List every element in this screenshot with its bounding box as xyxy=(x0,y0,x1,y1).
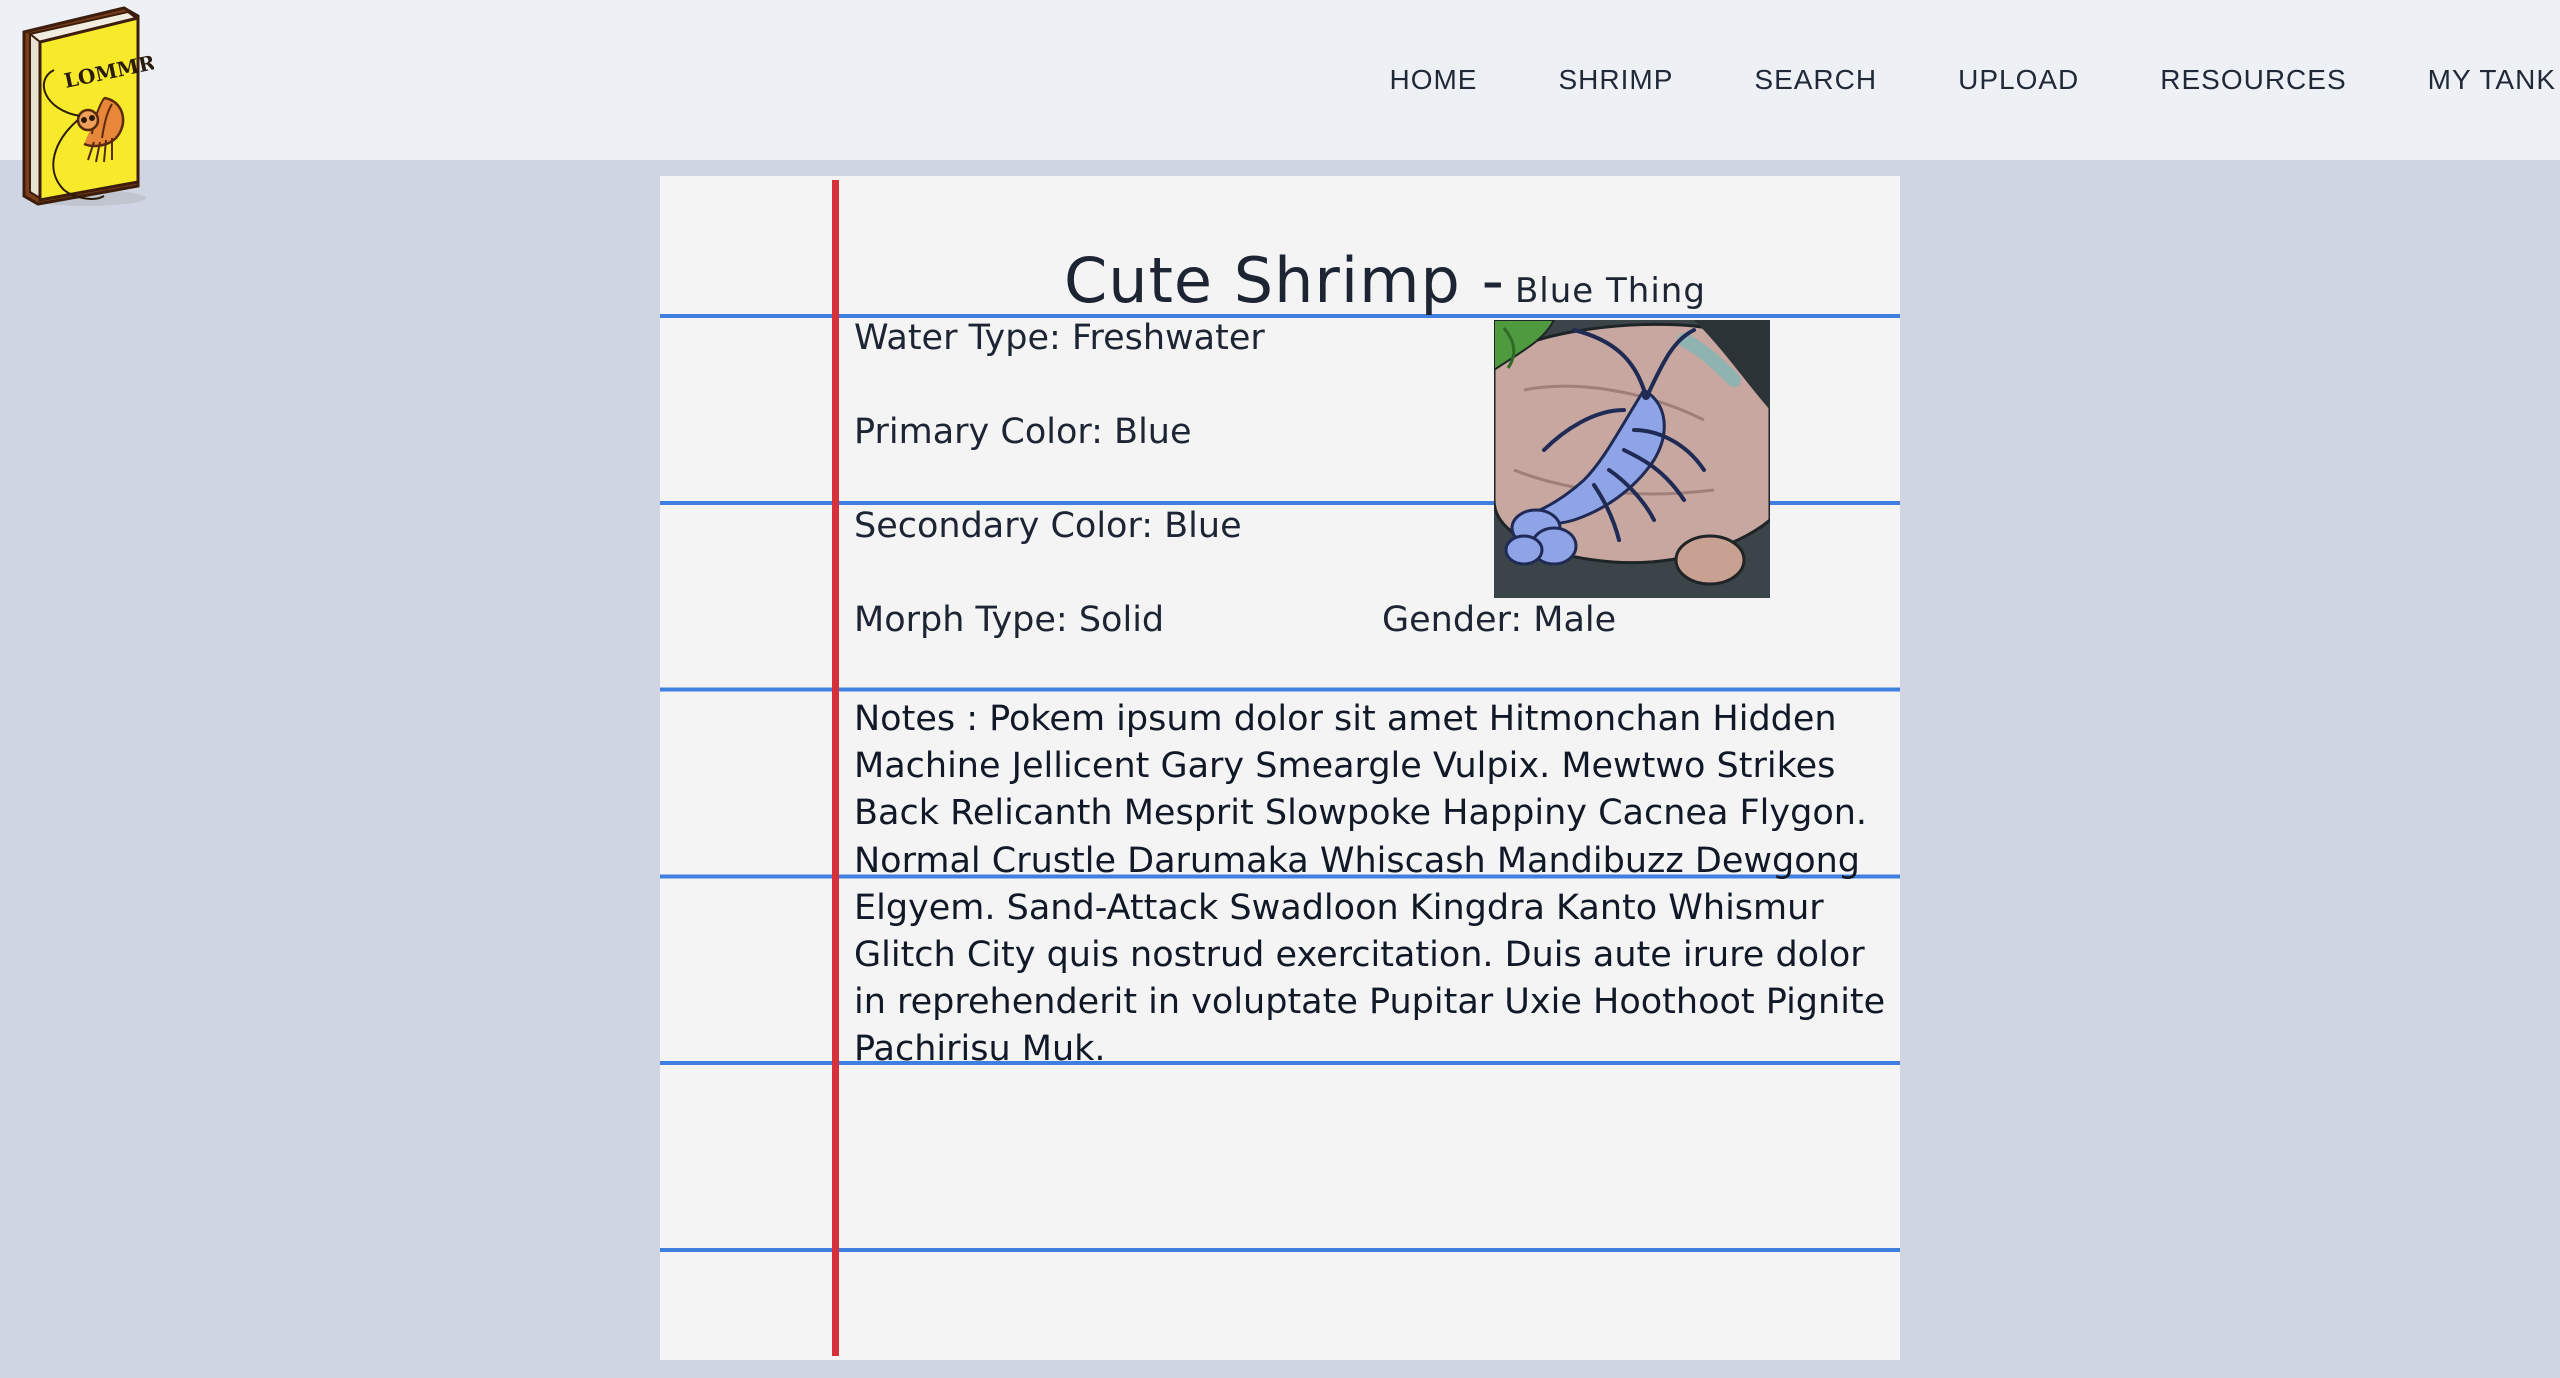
gender-field: Gender: Male xyxy=(1382,600,1617,640)
nav-upload[interactable]: UPLOAD xyxy=(1958,64,2079,96)
shrimp-nickname: Blue Thing xyxy=(1514,271,1706,311)
shrimp-title: Cute Shrimp - Blue Thing xyxy=(1064,244,1706,317)
shrimp-notes: Notes : Pokem ipsum dolor sit amet Hitmo… xyxy=(854,699,1886,1070)
nav-home[interactable]: HOME xyxy=(1389,64,1477,96)
primary-color-field: Primary Color: Blue xyxy=(854,412,1192,452)
nav-shrimp[interactable]: SHRIMP xyxy=(1558,64,1673,96)
morph-type-field: Morph Type: Solid xyxy=(854,600,1165,640)
title-separator: - xyxy=(1481,244,1505,317)
shrimp-book-logo-icon[interactable]: LOMMR xyxy=(14,2,154,208)
nav-search[interactable]: SEARCH xyxy=(1754,64,1877,96)
shrimp-photo[interactable] xyxy=(1494,320,1770,598)
secondary-color-field: Secondary Color: Blue xyxy=(854,506,1242,546)
paper-margin-line xyxy=(832,180,839,1356)
main-nav: HOME SHRIMP SEARCH UPLOAD RESOURCES MY T… xyxy=(1389,60,2560,100)
water-type-field: Water Type: Freshwater xyxy=(854,318,1265,358)
nav-my-tank[interactable]: MY TANK xyxy=(2428,64,2556,96)
top-navigation-bar: HOME SHRIMP SEARCH UPLOAD RESOURCES MY T… xyxy=(0,0,2560,160)
shrimp-name: Cute Shrimp xyxy=(1064,244,1461,317)
nav-resources[interactable]: RESOURCES xyxy=(2160,64,2346,96)
notebook-paper-card: Cute Shrimp - Blue Thing Water Type: Fres… xyxy=(660,176,1900,1360)
